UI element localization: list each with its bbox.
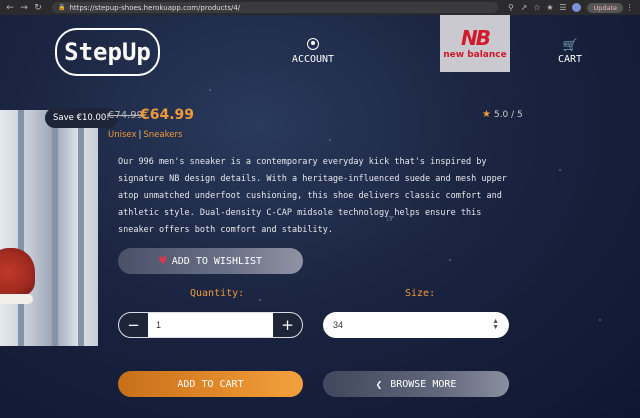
address-bar[interactable]: 🔒 https://stepup-shoes.herokuapp.com/pro… xyxy=(52,2,499,13)
original-price: €74.99 xyxy=(108,110,143,121)
size-select[interactable]: 34 ▲ ▼ xyxy=(323,312,509,338)
brand-name: new balance xyxy=(443,49,507,60)
category-gender[interactable]: Unisex xyxy=(108,130,137,140)
size-value: 34 xyxy=(333,320,344,330)
star-icon: ★ xyxy=(482,109,491,120)
reload-icon[interactable]: ↻ xyxy=(32,2,44,14)
browser-toolbar: ← → ↻ 🔒 https://stepup-shoes.herokuapp.c… xyxy=(0,0,640,15)
account-label: ACCOUNT xyxy=(291,54,335,65)
url-text: https://stepup-shoes.herokuapp.com/produ… xyxy=(69,3,241,12)
bookmark-icon[interactable]: ☆ xyxy=(531,2,542,13)
site-logo[interactable]: StepUp xyxy=(55,28,160,76)
product-categories: Unisex | Sneakers xyxy=(108,130,182,140)
select-arrows-icon: ▲ ▼ xyxy=(492,318,499,331)
update-button[interactable]: Update xyxy=(587,2,623,13)
account-link[interactable]: ACCOUNT xyxy=(283,38,343,65)
share-icon[interactable]: ↗ xyxy=(518,2,529,13)
extensions-icon[interactable]: ★ xyxy=(544,2,555,13)
mouse-cursor-icon: ☞ xyxy=(386,214,395,225)
minus-icon[interactable]: − xyxy=(119,313,148,337)
image-pillar xyxy=(52,110,58,346)
add-to-wishlist-button[interactable]: ♥ ADD TO WISHLIST xyxy=(118,248,303,274)
brand-mark: NB xyxy=(461,25,491,50)
save-badge: Save €10.00! xyxy=(45,108,118,128)
quantity-label: Quantity: xyxy=(190,288,245,299)
shoe-sole xyxy=(0,294,33,304)
chevron-left-icon: ❮ xyxy=(375,377,383,391)
add-to-cart-button[interactable]: ADD TO CART xyxy=(118,371,303,397)
forward-icon[interactable]: → xyxy=(18,2,30,14)
cart-icon: 🛒 xyxy=(562,38,578,52)
image-pillar xyxy=(18,110,24,346)
cart-label: CART xyxy=(557,54,583,65)
profile-avatar[interactable] xyxy=(572,3,582,12)
quantity-stepper: − + xyxy=(118,312,303,338)
category-separator: | xyxy=(138,130,142,140)
add-to-cart-label: ADD TO CART xyxy=(177,378,244,390)
wishlist-label: ADD TO WISHLIST xyxy=(171,255,263,267)
browse-more-label: BROWSE MORE xyxy=(390,378,457,390)
rating-value: 5.0 / 5 xyxy=(493,110,523,120)
brand-logo[interactable]: NB new balance xyxy=(440,15,510,72)
image-pillar xyxy=(78,110,84,346)
category-type[interactable]: Sneakers xyxy=(143,130,182,140)
quantity-input[interactable] xyxy=(148,313,273,337)
lock-icon: 🔒 xyxy=(58,4,66,11)
media-icon[interactable]: ☰ xyxy=(557,2,568,13)
back-icon[interactable]: ← xyxy=(4,2,16,14)
sale-price: €64.99 xyxy=(140,107,195,123)
browse-more-button[interactable]: ❮ BROWSE MORE xyxy=(323,371,509,397)
menu-icon[interactable]: ⋮ xyxy=(624,2,635,13)
product-description: Our 996 men's sneaker is a contemporary … xyxy=(118,157,507,235)
size-label: Size: xyxy=(405,288,436,299)
product-rating: ★ 5.0 / 5 xyxy=(482,109,523,120)
plus-icon[interactable]: + xyxy=(273,313,302,337)
cart-link[interactable]: 🛒 CART xyxy=(548,38,592,65)
heart-icon: ♥ xyxy=(158,253,167,269)
product-image xyxy=(0,110,98,346)
shoe-upper xyxy=(0,248,35,296)
search-icon[interactable]: ⚲ xyxy=(505,2,516,13)
user-icon xyxy=(307,38,319,50)
